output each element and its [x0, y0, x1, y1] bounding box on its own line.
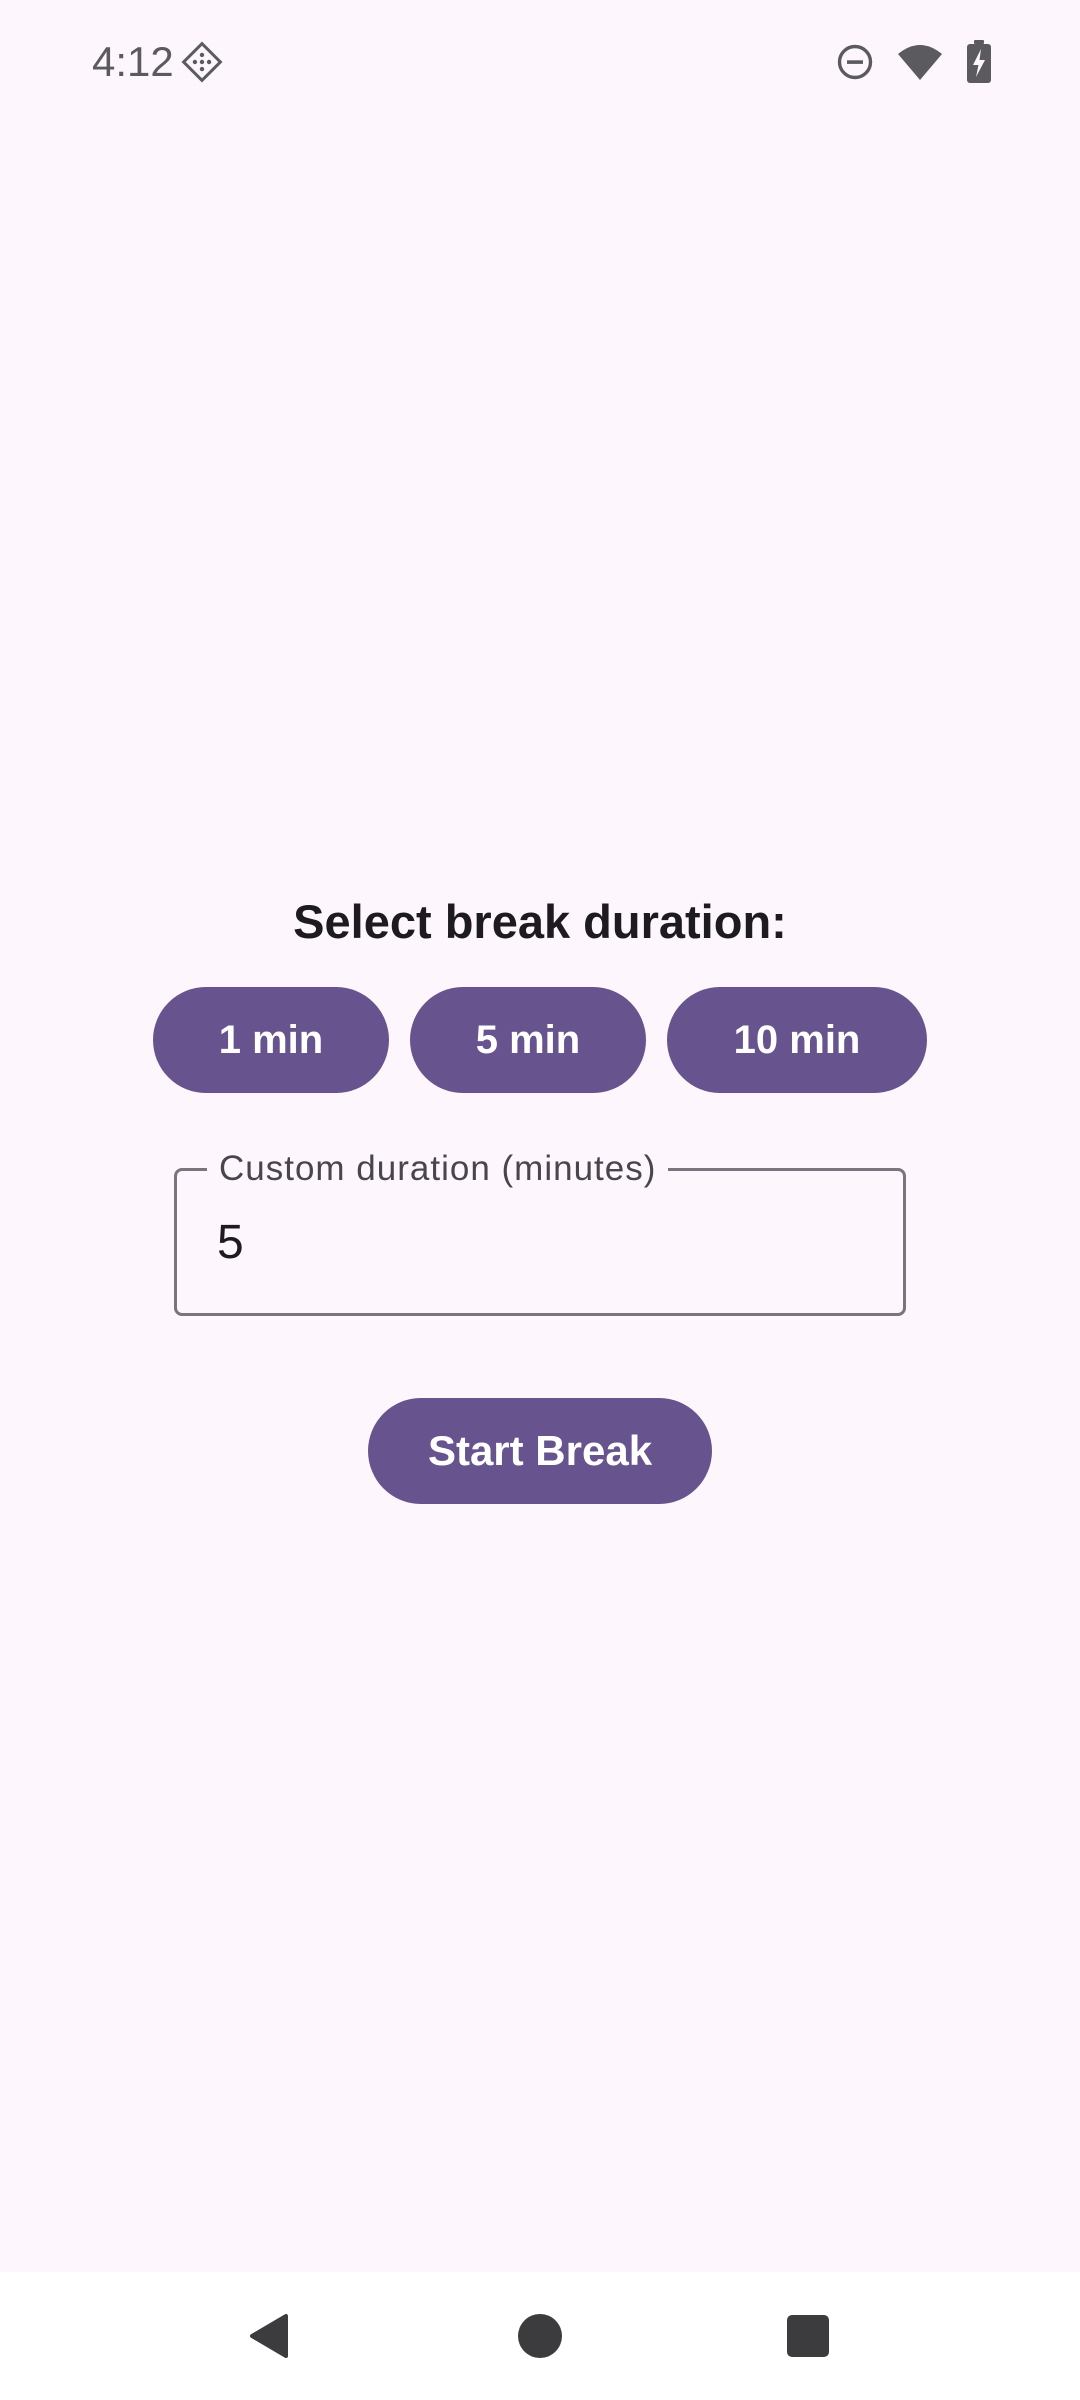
assistant-diamond-icon: [180, 40, 224, 84]
home-icon[interactable]: [510, 2306, 570, 2366]
custom-duration-input[interactable]: 5: [217, 1213, 244, 1273]
status-time: 4:12: [92, 38, 174, 85]
status-bar: 4:12: [0, 0, 1080, 126]
battery-charging-icon: [966, 40, 992, 84]
status-icons: [836, 38, 992, 86]
wifi-icon: [896, 42, 944, 82]
screen: 4:12 Select break duration: 1 min 5 min …: [0, 0, 1080, 2400]
preset-1-min-button[interactable]: 1 min: [153, 987, 389, 1093]
page-title: Select break duration:: [293, 895, 787, 948]
start-break-button[interactable]: Start Break: [368, 1398, 712, 1504]
custom-duration-label: Custom duration (minutes): [207, 1149, 669, 1189]
do-not-disturb-icon: [836, 43, 874, 81]
preset-10-min-button[interactable]: 10 min: [667, 987, 927, 1093]
navigation-bar: [0, 2272, 1080, 2400]
back-icon[interactable]: [240, 2306, 300, 2366]
preset-buttons: 1 min 5 min 10 min: [0, 987, 1080, 1093]
recents-icon[interactable]: [778, 2306, 838, 2366]
custom-duration-field[interactable]: Custom duration (minutes) 5: [174, 1149, 906, 1316]
preset-5-min-button[interactable]: 5 min: [410, 987, 646, 1093]
